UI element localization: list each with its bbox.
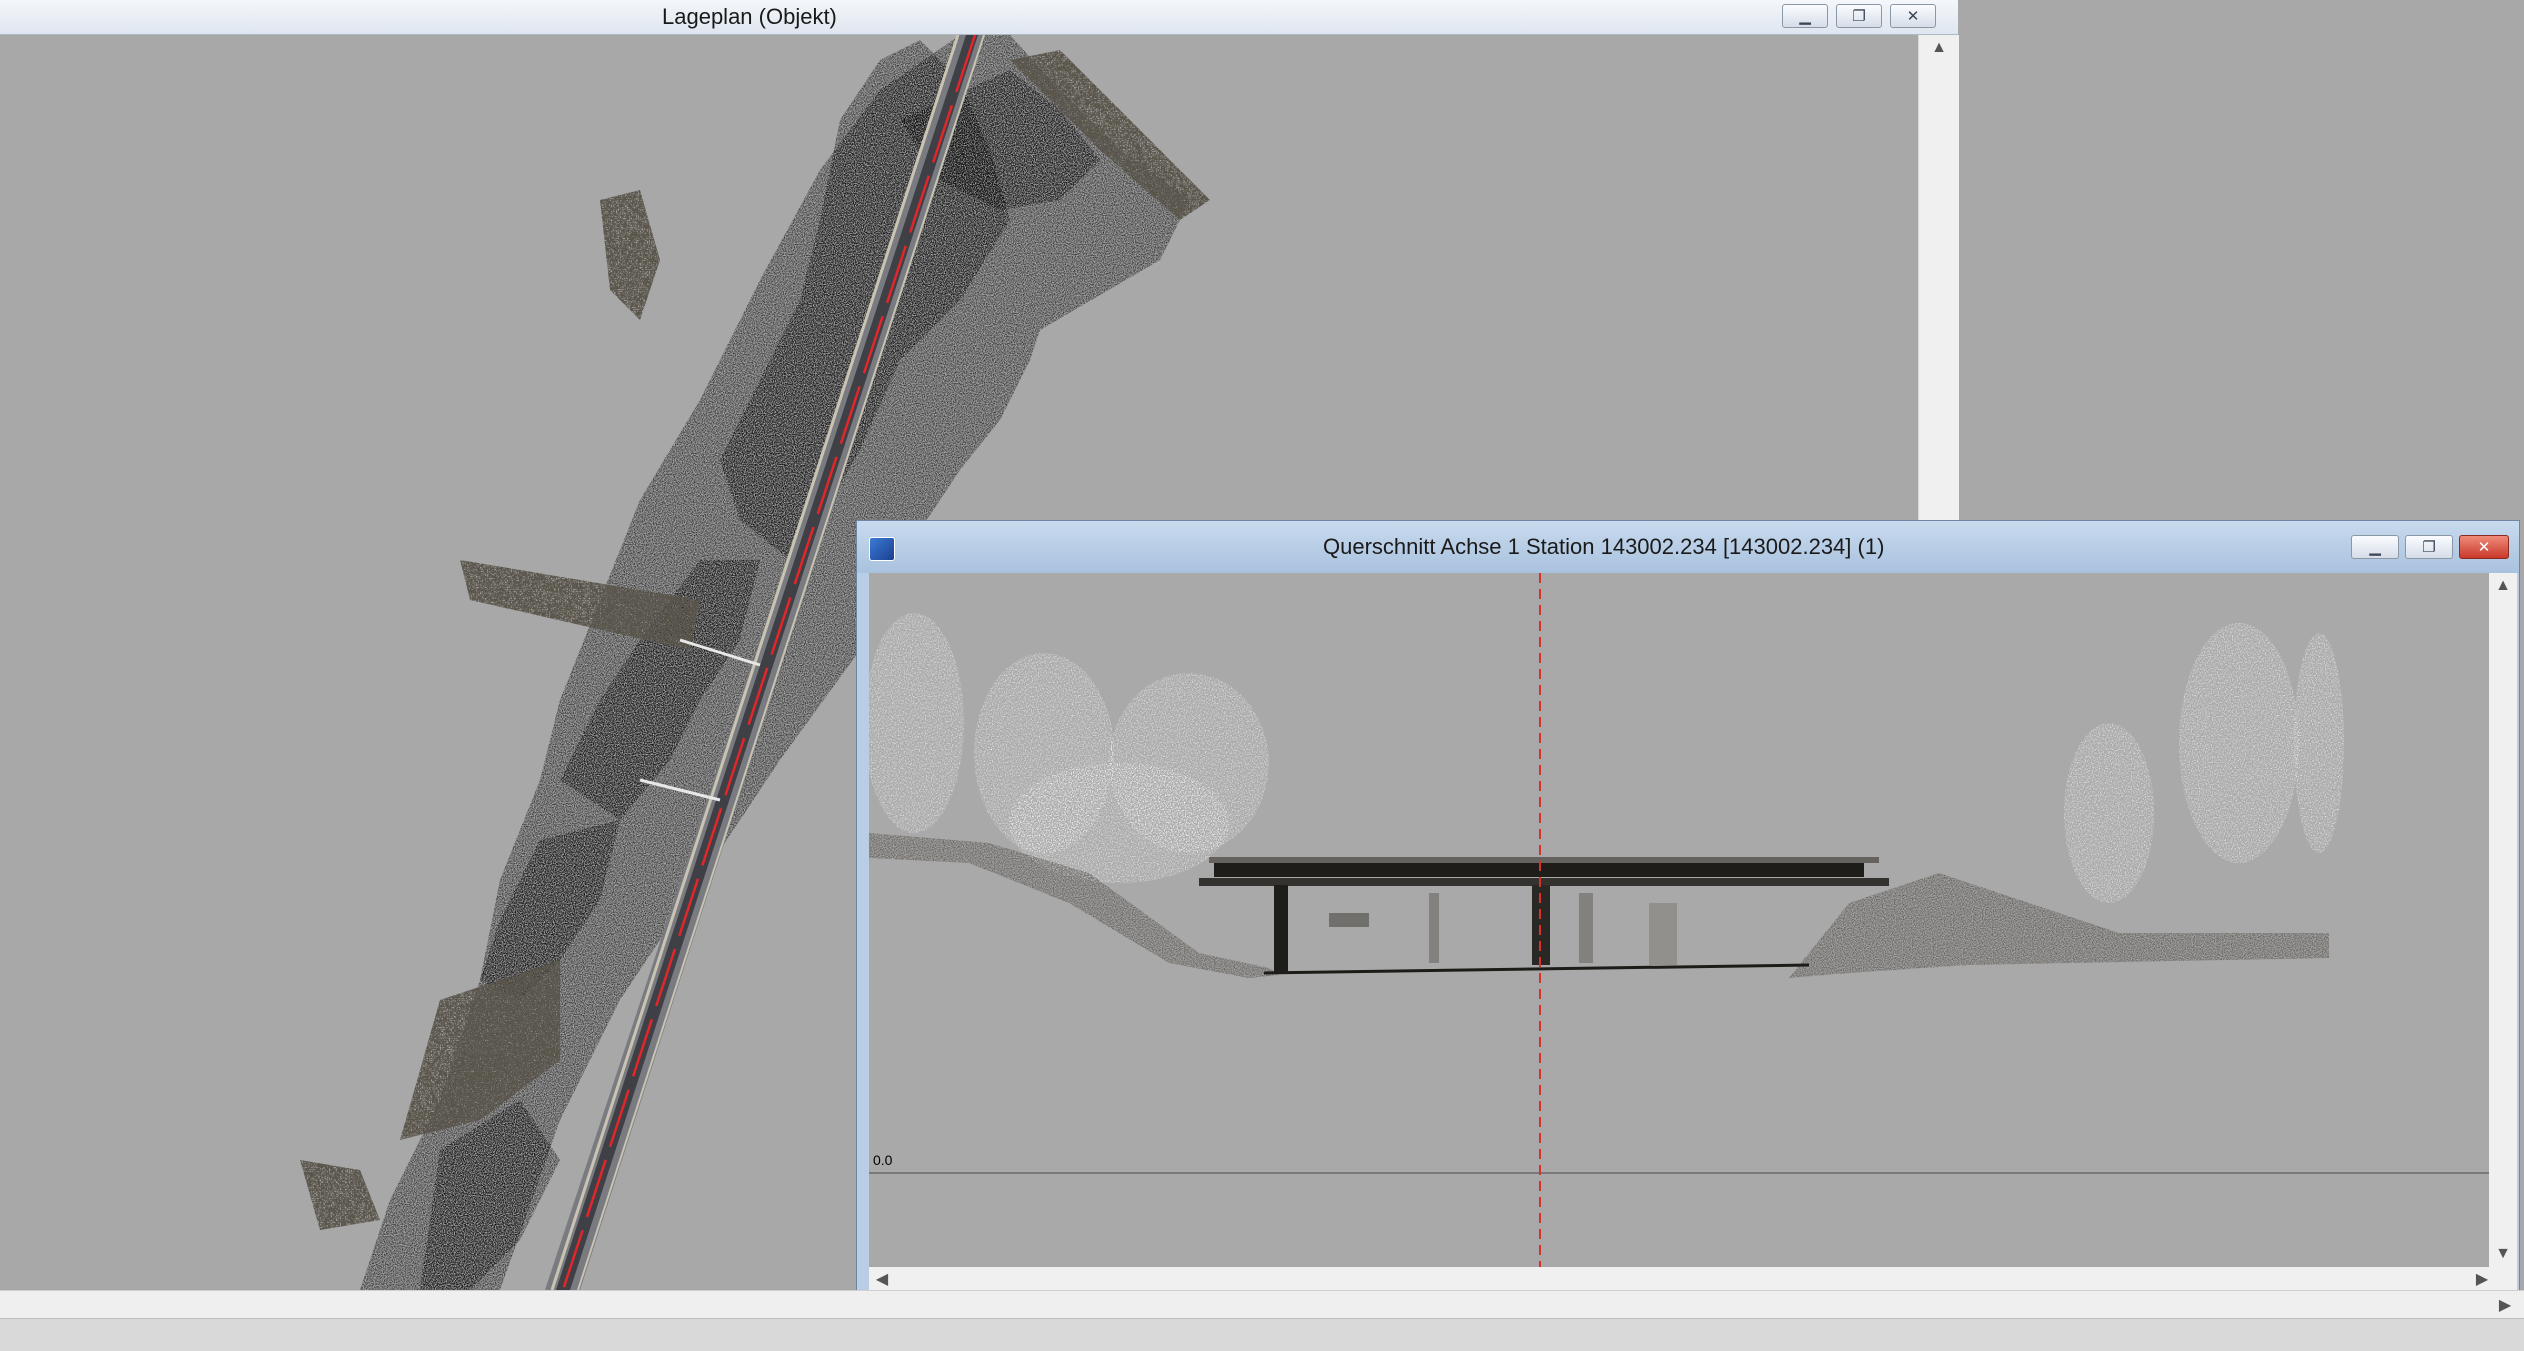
cross-section-view[interactable]: 0.0 (869, 573, 2489, 1267)
trees-right (2064, 623, 2344, 903)
app-icon (869, 537, 895, 561)
scroll-down-icon[interactable]: ▼ (2490, 1241, 2516, 1267)
lageplan-minimize-button[interactable]: ▁ (1782, 4, 1828, 28)
scroll-left-icon[interactable]: ◀ (869, 1266, 895, 1292)
querschnitt-window[interactable]: Querschnitt Achse 1 Station 143002.234 [… (856, 520, 2520, 1294)
querschnitt-close-button[interactable]: ✕ (2459, 535, 2509, 559)
close-icon: ✕ (1906, 8, 1920, 25)
bridge-section (1199, 857, 1889, 973)
scroll-right-icon[interactable]: ▶ (2469, 1266, 2495, 1292)
querschnitt-restore-button[interactable]: ❐ (2405, 535, 2453, 559)
lageplan-title: Lageplan (Objekt) (662, 4, 837, 29)
baseline-label: 0.0 (873, 1152, 893, 1168)
scroll-up-icon[interactable]: ▲ (2490, 573, 2516, 599)
cross-section-svg: 0.0 (869, 573, 2489, 1267)
restore-icon: ❐ (1852, 8, 1866, 25)
status-bar (0, 1318, 2524, 1351)
querschnitt-titlebar[interactable]: Querschnitt Achse 1 Station 143002.234 [… (857, 521, 2519, 573)
restore-icon: ❐ (2422, 539, 2436, 556)
querschnitt-vertical-scrollbar[interactable]: ▲ ▼ (2489, 573, 2517, 1267)
querschnitt-minimize-button[interactable]: ▁ (2351, 535, 2399, 559)
minimize-icon: ▁ (2369, 539, 2381, 556)
lageplan-restore-button[interactable]: ❐ (1836, 4, 1882, 28)
close-icon: ✕ (2477, 539, 2491, 556)
minimize-icon: ▁ (1799, 8, 1811, 25)
scroll-right-icon[interactable]: ▶ (2492, 1292, 2518, 1318)
querschnitt-horizontal-scrollbar[interactable]: ◀ ▶ (869, 1267, 2517, 1291)
lageplan-titlebar[interactable]: Lageplan (Objekt) ▁ ❐ ✕ (0, 0, 1958, 35)
scroll-up-icon[interactable]: ▲ (1926, 35, 1952, 61)
querschnitt-title: Querschnitt Achse 1 Station 143002.234 [… (1323, 534, 1885, 559)
lageplan-close-button[interactable]: ✕ (1890, 4, 1936, 28)
main-horizontal-scrollbar[interactable]: ▶ (0, 1290, 2524, 1319)
